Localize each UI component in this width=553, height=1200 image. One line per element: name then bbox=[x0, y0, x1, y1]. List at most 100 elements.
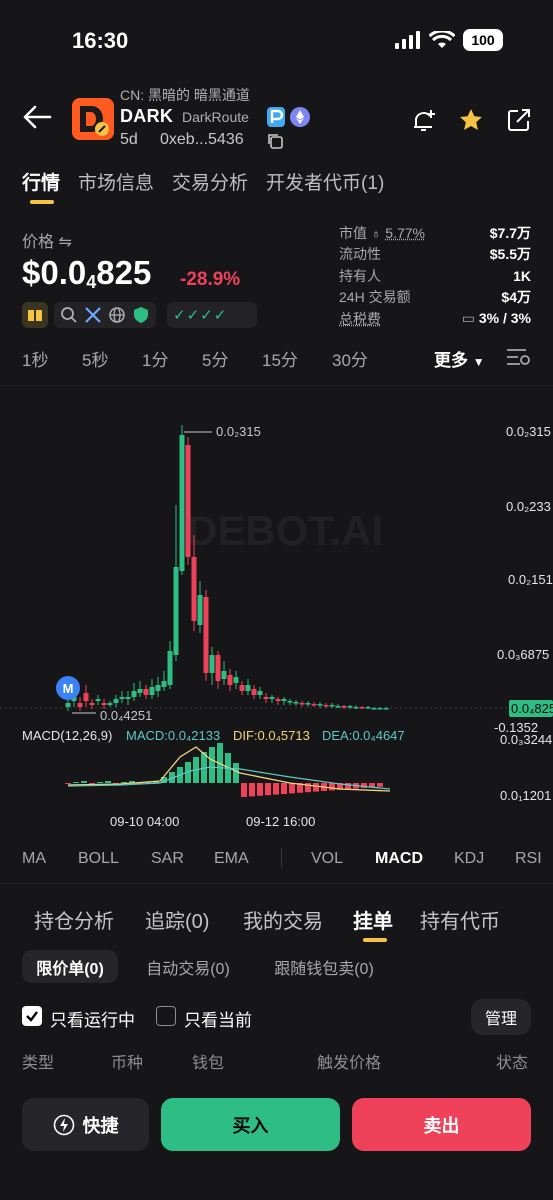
y-tick-macd-2: 0.0₃3244 bbox=[500, 732, 552, 747]
candle-body bbox=[107, 703, 113, 705]
candle-body bbox=[185, 445, 191, 557]
current-only-label[interactable]: 只看当前 bbox=[184, 1006, 252, 1031]
quick-trade-label: 快捷 bbox=[82, 1115, 119, 1136]
battery-indicator: 100 bbox=[463, 29, 503, 51]
more-timeframes[interactable]: 更多 ▼ bbox=[434, 346, 485, 371]
search-icon[interactable] bbox=[60, 306, 78, 324]
globe-icon[interactable] bbox=[108, 306, 126, 324]
candle-body bbox=[359, 707, 365, 709]
tab-dev-tokens[interactable]: 开发者代币(1) bbox=[266, 168, 384, 195]
candle-body bbox=[77, 703, 83, 707]
tab-market[interactable]: 行情 bbox=[22, 168, 60, 195]
y-tick-macd-3: 0.0₁1201 bbox=[500, 788, 551, 803]
contract-address[interactable]: 0xeb...5436 bbox=[160, 131, 244, 149]
col-wallet: 钱包 bbox=[192, 1055, 225, 1072]
dif-value: DIF:0.0₄5713 bbox=[233, 728, 310, 743]
candle-body bbox=[287, 701, 293, 703]
macd-group bbox=[65, 743, 391, 797]
candle-body bbox=[179, 435, 185, 571]
col-trigger-price: 触发价格 bbox=[317, 1055, 382, 1072]
security-checks[interactable]: ✓✓✓✓ bbox=[167, 302, 257, 328]
macd-histogram-bar bbox=[209, 747, 215, 783]
macd-histogram-bar bbox=[329, 783, 335, 791]
ind-sar[interactable]: SAR bbox=[151, 850, 184, 868]
pill-auto-trade[interactable]: 自动交易(0) bbox=[134, 950, 242, 983]
pill-follow-wallet-sell[interactable]: 跟随钱包卖(0) bbox=[260, 950, 388, 983]
favorite-star-icon[interactable] bbox=[457, 106, 485, 134]
sell-button[interactable]: 卖出 bbox=[352, 1098, 531, 1151]
security-shield-icon[interactable] bbox=[132, 306, 150, 324]
y-tick-2: 0.0₂233 bbox=[506, 499, 551, 514]
chart-marker-m[interactable]: M bbox=[56, 676, 80, 700]
manage-button[interactable]: 管理 bbox=[471, 999, 531, 1035]
tab-pending-orders[interactable]: 挂单 bbox=[353, 905, 393, 934]
token-cn-name: CN: 黑暗的 暗黑通道 bbox=[120, 87, 250, 103]
tf-5s[interactable]: 5秒 bbox=[82, 346, 142, 371]
macd-histogram-bar bbox=[281, 783, 287, 794]
ind-macd[interactable]: MACD bbox=[375, 850, 423, 868]
share-icon[interactable] bbox=[505, 106, 533, 134]
ind-kdj[interactable]: KDJ bbox=[454, 850, 484, 868]
copy-icon[interactable] bbox=[266, 132, 284, 150]
tf-30m[interactable]: 30分 bbox=[332, 346, 368, 371]
chart-settings-icon[interactable] bbox=[506, 345, 532, 369]
timeframe-row: 1秒 5秒 1分 5分 15分 30分 bbox=[22, 346, 368, 371]
candle-body bbox=[365, 707, 371, 709]
candle-body bbox=[323, 705, 329, 707]
candle-body bbox=[197, 595, 203, 625]
token-symbol: DARK bbox=[120, 106, 174, 126]
ind-ema[interactable]: EMA bbox=[214, 850, 249, 868]
candle-body bbox=[263, 697, 269, 699]
macd-histogram-bar bbox=[313, 783, 319, 792]
macd-histogram-bar bbox=[97, 782, 103, 783]
running-only-label[interactable]: 只看运行中 bbox=[50, 1006, 135, 1031]
pill-limit-orders[interactable]: 限价单(0) bbox=[22, 950, 118, 983]
tf-1m[interactable]: 1分 bbox=[142, 346, 202, 371]
swap-icon[interactable]: ⇋ bbox=[58, 234, 71, 251]
candle-body bbox=[119, 697, 125, 699]
candle-body bbox=[245, 685, 251, 691]
macd-value: MACD:0.0₄2133 bbox=[126, 728, 220, 743]
ind-rsi[interactable]: RSI bbox=[515, 850, 542, 868]
back-arrow-icon[interactable] bbox=[22, 104, 52, 130]
platform-badge-icon bbox=[267, 107, 285, 127]
chart-marker-label: M bbox=[63, 681, 74, 696]
running-only-checkbox[interactable] bbox=[22, 1006, 42, 1026]
tab-trade-analysis[interactable]: 交易分析 bbox=[172, 168, 248, 195]
tab-holdings[interactable]: 持有代币 bbox=[420, 905, 500, 934]
candle-body bbox=[239, 685, 245, 691]
col-coin: 币种 bbox=[111, 1055, 144, 1072]
book-icon[interactable] bbox=[22, 302, 48, 328]
candle-body bbox=[269, 697, 275, 699]
candle-body bbox=[257, 691, 263, 695]
tab-tracking[interactable]: 追踪(0) bbox=[145, 905, 209, 934]
stat-tax: 总税费 ▭ 3% / 3% bbox=[339, 310, 531, 327]
current-only-checkbox[interactable] bbox=[156, 1006, 176, 1026]
candle-body bbox=[317, 704, 323, 706]
chart-watermark: DEBOT.AI bbox=[187, 507, 383, 554]
tf-15m[interactable]: 15分 bbox=[262, 346, 332, 371]
price-label: 价格 ⇋ bbox=[22, 234, 72, 251]
tf-1s[interactable]: 1秒 bbox=[22, 346, 82, 371]
candle-body bbox=[167, 651, 173, 685]
ind-ma[interactable]: MA bbox=[22, 850, 46, 868]
candle-body bbox=[209, 655, 215, 673]
lightning-icon bbox=[53, 1114, 74, 1135]
ind-boll[interactable]: BOLL bbox=[78, 850, 119, 868]
ind-vol[interactable]: VOL bbox=[311, 850, 343, 868]
tab-my-trades[interactable]: 我的交易 bbox=[243, 905, 323, 934]
tf-5m[interactable]: 5分 bbox=[202, 346, 262, 371]
tab-market-info[interactable]: 市场信息 bbox=[78, 168, 154, 195]
candle-body bbox=[95, 699, 101, 701]
candle-body bbox=[353, 707, 359, 709]
add-alert-icon[interactable] bbox=[410, 106, 438, 134]
macd-histogram-bar bbox=[233, 763, 239, 783]
buy-button[interactable]: 买入 bbox=[161, 1098, 340, 1151]
tab-position-analysis[interactable]: 持仓分析 bbox=[34, 905, 114, 934]
price-chart[interactable]: DEBOT.AI 0.0₂315 0.0₄4251 M 0.0₂315 0.0₂… bbox=[0, 385, 553, 837]
current-price: $0.04825 bbox=[22, 254, 152, 292]
x-twitter-icon[interactable] bbox=[84, 306, 102, 324]
candle-body bbox=[341, 706, 347, 708]
x-tick-2: 09-12 16:00 bbox=[246, 814, 315, 829]
quick-trade-button[interactable]: 快捷 bbox=[22, 1098, 149, 1151]
